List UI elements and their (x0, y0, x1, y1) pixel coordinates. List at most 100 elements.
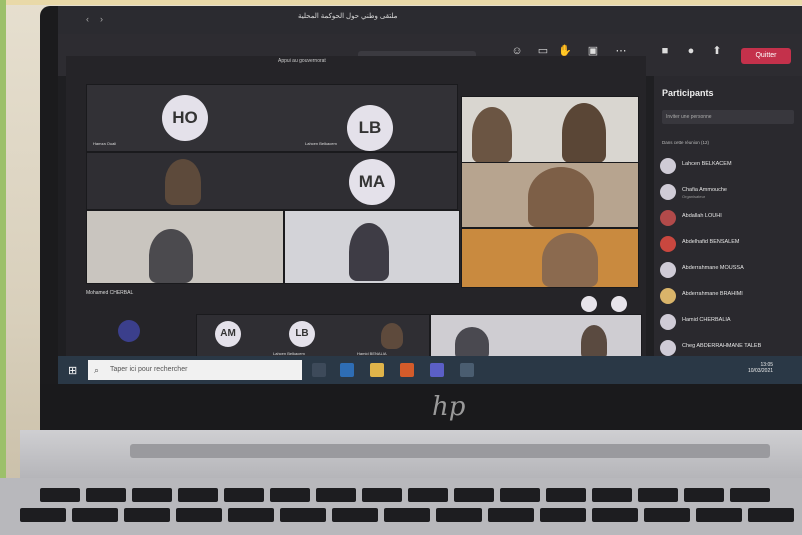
title-bar: ملتقى وطني حول الحوكمة المحلية ‹ › (58, 6, 802, 34)
video-tile: MA (86, 152, 458, 210)
tile-name: Hamza Ouali (93, 141, 117, 146)
key (132, 488, 172, 502)
hinge-strip (130, 444, 770, 458)
taskbar-clock[interactable]: 13:05 10/03/2021 (748, 362, 773, 374)
share-icon[interactable]: ⬆ (710, 44, 724, 58)
key (546, 488, 586, 502)
avatar: AM (215, 321, 241, 347)
microphone-icon[interactable]: ● (684, 44, 698, 58)
key (696, 508, 742, 522)
task-view-icon[interactable] (312, 363, 326, 377)
participant-name: Hamid CHERBALIA (682, 317, 731, 323)
key (316, 488, 356, 502)
participant-row[interactable]: Abderrahmane MOUSSA (660, 260, 800, 280)
avatar[interactable] (581, 296, 597, 312)
avatar: HO (162, 95, 208, 141)
avatar: LB (289, 321, 315, 347)
video-tile (430, 314, 642, 362)
key (124, 508, 170, 522)
key (592, 488, 632, 502)
leave-button[interactable]: Quitter (741, 48, 791, 64)
search-icon: ⌕ (94, 365, 100, 375)
video-tile (461, 162, 639, 228)
teams-icon[interactable] (430, 363, 444, 377)
participant-row[interactable]: Abdelhafid BENSALEM (660, 234, 800, 254)
key (730, 488, 770, 502)
participants-title: Participants (662, 88, 714, 98)
participant-row[interactable]: Chafia Ammouche Organisateur (660, 182, 800, 202)
avatar (660, 210, 676, 226)
key (638, 488, 678, 502)
avatar (660, 158, 676, 174)
laptop-screen: ملتقى وطني حول الحوكمة المحلية ‹ › Deman… (58, 6, 802, 384)
key (228, 508, 274, 522)
office-icon[interactable] (400, 363, 414, 377)
key (500, 488, 540, 502)
taskbar: ⊞ Taper ici pour rechercher ⌕ 13:05 10/0… (58, 356, 802, 384)
invite-input[interactable]: Inviter une personne (662, 110, 794, 124)
key (72, 508, 118, 522)
avatar (660, 314, 676, 330)
clock-date: 10/03/2021 (748, 368, 774, 374)
participants-section-label: Dans cette réunion (12) (662, 140, 710, 145)
key (270, 488, 310, 502)
avatar (660, 340, 676, 356)
participant-video (381, 323, 403, 349)
key (362, 488, 402, 502)
avatar[interactable] (118, 320, 140, 342)
folder-icon[interactable] (370, 363, 384, 377)
hp-logo: hp (432, 392, 466, 422)
video-tile: AM LB Lahcen Belkacem Hamid BENALIA (196, 314, 430, 362)
participants-panel: Participants Inviter une personne Dans c… (654, 76, 802, 374)
participant-video (528, 167, 594, 227)
participant-row[interactable]: Abdallah LOUHI (660, 208, 800, 228)
shared-window-title: Appui au gouvernorat (278, 58, 326, 64)
key (384, 508, 430, 522)
participant-name: Abdelhafid BENSALEM (682, 239, 740, 245)
key (86, 488, 126, 502)
taskbar-search-input[interactable]: Taper ici pour rechercher (88, 360, 302, 380)
key (176, 508, 222, 522)
shared-screen: HO Hamza Ouali LB Lahcen Belkacem MA Moh… (66, 56, 646, 374)
camera-icon[interactable]: ■ (658, 44, 672, 58)
avatar: MA (349, 159, 395, 205)
window-title: ملتقى وطني حول الحوكمة المحلية (298, 13, 398, 20)
participant-name: Abdallah LOUHI (682, 213, 722, 219)
forward-icon[interactable]: › (100, 14, 103, 24)
video-tile (284, 210, 460, 284)
key (684, 488, 724, 502)
participant-row[interactable]: Lahcen BELKACEM (660, 156, 800, 176)
participant-video (165, 159, 201, 205)
tile-name: Lahcen Belkacem (305, 141, 337, 146)
key (436, 508, 482, 522)
participant-name: Cheg ABDERRAHMANE TALEB (682, 343, 762, 349)
participant-row[interactable]: Hamid CHERBALIA (660, 312, 800, 332)
key (592, 508, 638, 522)
windows-start-icon[interactable]: ⊞ (68, 364, 77, 377)
key (540, 508, 586, 522)
key (40, 488, 80, 502)
participant-role: Organisateur (682, 194, 706, 199)
avatar[interactable] (611, 296, 627, 312)
key (488, 508, 534, 522)
settings-icon[interactable] (460, 363, 474, 377)
key (454, 488, 494, 502)
participant-video (349, 223, 389, 281)
participant-name: Abderrahmane MOUSSA (682, 265, 744, 271)
avatar (660, 236, 676, 252)
participant-name: Chafia Ammouche (682, 187, 727, 193)
participant-row[interactable]: Cheg ABDERRAHMANE TALEB (660, 338, 800, 358)
keyboard (0, 478, 802, 535)
participant-row[interactable]: Abderrahmane BRAHIMI (660, 286, 800, 306)
back-icon[interactable]: ‹ (86, 14, 89, 24)
browser-icon[interactable] (340, 363, 354, 377)
video-tile (461, 228, 639, 288)
photo-top-edge (0, 0, 802, 5)
avatar (660, 184, 676, 200)
presenter-name: Mohamed CHERBAL (86, 290, 134, 296)
avatar (660, 262, 676, 278)
video-tile (461, 96, 639, 164)
participant-video (149, 229, 193, 283)
key (644, 508, 690, 522)
participant-video (542, 233, 598, 287)
